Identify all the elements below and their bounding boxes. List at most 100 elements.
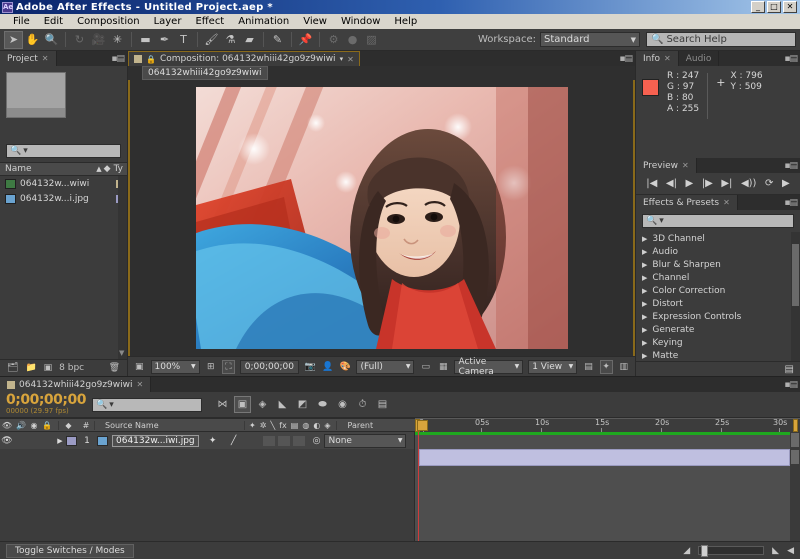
channels-icon[interactable]: 🎨 [339,360,352,374]
layer-parent-select[interactable]: None ▼ [324,434,406,448]
quality-switch-icon[interactable]: ╱ [223,436,245,446]
roto-brush-tool[interactable]: ✎ [268,31,287,49]
first-frame-button[interactable]: |◀ [646,178,657,189]
tab-preview[interactable]: Preview ✕ [636,158,697,173]
timeline-zoom-slider[interactable] [698,546,764,555]
menu-item-layer[interactable]: Layer [147,14,189,29]
brush-tool[interactable]: 🖌 [202,31,221,49]
project-list-item[interactable]: 064132w...i.jpg [0,191,127,206]
project-column-name[interactable]: Name [5,164,32,174]
layer-duration-bar[interactable] [419,449,790,466]
timeline-layer-list[interactable]: 👁 ▶ 1 064132w...iwi.jpg ✦ ╱ ◎ [0,432,415,541]
region-of-interest-icon[interactable]: ▣ [133,360,146,374]
last-frame-button[interactable]: ▶| [721,178,732,189]
auto-keyframe-icon[interactable]: ⏱ [354,396,371,413]
fast-previews-icon[interactable]: ✦ [600,360,613,374]
disclosure-triangle-icon[interactable]: ▶ [642,274,647,282]
timeline-current-time[interactable]: 0;00;00;00 00000 (29.97 fps) [6,394,86,415]
solo-switch-icon[interactable]: ◉ [28,421,40,430]
zoom-tool[interactable]: 🔍 [42,31,61,49]
resolution-select[interactable]: (Full) ▼ [356,360,414,374]
magnification-select[interactable]: 100% ▼ [151,360,200,374]
parent-column[interactable]: Parent [336,421,373,430]
hand-tool[interactable]: ✋ [23,31,42,49]
layer-source-name[interactable]: 064132w...iwi.jpg [112,435,199,447]
graph-editor-icon[interactable]: ◉ [334,396,351,413]
grid-guides-icon[interactable]: ⊞ [205,360,218,374]
menu-item-edit[interactable]: Edit [37,14,70,29]
parent-pickwhip-icon[interactable]: ◎ [313,436,321,446]
effects-search-input[interactable]: 🔍 ▾ [642,214,794,228]
three-d-switch-icon[interactable]: ◈ [324,421,330,430]
panel-menu-icon[interactable]: ▪▤ [111,54,124,64]
clone-stamp-tool[interactable]: ⚗ [221,31,240,49]
close-icon[interactable]: ✕ [723,198,730,207]
folder-icon[interactable]: 📁 [25,363,36,373]
comp-family-icon[interactable] [791,433,799,447]
timeline-view-icon[interactable]: ▥ [618,360,631,374]
menu-item-window[interactable]: Window [334,14,387,29]
view-layout-select[interactable]: 1 View ▼ [528,360,577,374]
timeline-search-input[interactable]: 🔍 ▾ [92,398,202,412]
project-column-type[interactable]: Ty [114,164,127,174]
eraser-tool[interactable]: ▰ [240,31,259,49]
effects-switch-icon[interactable]: fx [279,421,287,430]
effects-category-row[interactable]: ▶ Keying [636,336,800,349]
composition-mini-flowchart-icon[interactable]: ⋈ [214,396,231,413]
effects-scrollbar-thumb[interactable] [792,244,799,306]
effects-category-row[interactable]: ▶ Generate [636,323,800,336]
menu-item-view[interactable]: View [296,14,334,29]
disclosure-triangle-icon[interactable]: ▶ [642,300,647,308]
effects-category-row[interactable]: ▶ Distort [636,297,800,310]
effects-category-row[interactable]: ▶ Channel [636,271,800,284]
play-button[interactable]: ▶ [685,178,693,189]
menu-item-animation[interactable]: Animation [231,14,296,29]
source-name-column[interactable]: Source Name [94,421,244,430]
close-icon[interactable]: ✕ [347,55,354,64]
label-column-icon[interactable]: ◆ [58,421,78,430]
timeline-track-area[interactable] [415,432,800,541]
minimize-button[interactable]: _ [751,1,765,13]
bit-depth-label[interactable]: 8 bpc [59,363,84,373]
hide-shy-layers-icon[interactable]: ◈ [254,396,271,413]
effects-category-row[interactable]: ▶ Audio [636,245,800,258]
disclosure-triangle-icon[interactable]: ▶ [642,235,647,243]
shy-switch-icon[interactable]: ✦ [203,436,223,446]
disclosure-triangle-icon[interactable]: ▶ [642,352,647,360]
zoom-out-icon[interactable]: ◢ [683,546,690,556]
motion-blur-switch-icon[interactable] [278,436,290,446]
show-snapshot-icon[interactable]: 👤 [321,360,334,374]
disclosure-triangle-icon[interactable]: ▶ [54,437,66,445]
camera-view-select[interactable]: Active Camera ▼ [454,360,523,374]
camera-snapshot-icon[interactable]: 📷 [304,360,317,374]
project-item-list[interactable]: 064132w...wiwi 064132w...i.jpg ▼ [0,176,127,359]
panel-menu-icon[interactable]: ▪▤ [784,161,797,171]
previous-frame-button[interactable]: ◀| [666,178,677,189]
shape-tool[interactable]: ▬ [136,31,155,49]
menu-item-composition[interactable]: Composition [70,14,146,29]
disclosure-triangle-icon[interactable]: ▶ [642,339,647,347]
brainstorm-icon[interactable]: ⬬ [314,396,331,413]
effects-scrollbar[interactable] [791,232,800,361]
layer-label-swatch[interactable] [66,436,77,446]
table-row[interactable]: 👁 ▶ 1 064132w...iwi.jpg ✦ ╱ ◎ [0,432,414,449]
region-preview-icon[interactable]: ▭ [419,360,432,374]
adjustment-switch-icon[interactable]: ◐ [313,421,320,430]
frame-blend-switch-icon[interactable]: ▤ [291,421,299,430]
viewer-timecode[interactable]: 0;00;00;00 [240,360,299,374]
menu-item-help[interactable]: Help [387,14,424,29]
project-list-item[interactable]: 064132w...wiwi [0,176,127,191]
effects-category-row[interactable]: ▶ 3D Channel [636,232,800,245]
close-icon[interactable]: ✕ [664,54,671,63]
ram-preview-button[interactable]: ▶ [782,178,790,189]
playhead-line[interactable] [418,432,419,541]
transparency-grid-icon[interactable]: ▦ [437,360,450,374]
maximize-button[interactable]: □ [767,1,781,13]
draft-3d-icon[interactable]: ▣ [234,396,251,413]
disclosure-triangle-icon[interactable]: ▶ [642,287,647,295]
chevron-down-icon[interactable]: ▾ [340,55,344,63]
motion-blur-switch-icon[interactable]: ◍ [302,421,309,430]
project-search-input[interactable]: 🔍 ▾ [6,144,121,158]
panel-menu-icon[interactable]: ▪▤ [784,54,797,64]
interpret-footage-icon[interactable]: 🗂 [7,363,18,373]
